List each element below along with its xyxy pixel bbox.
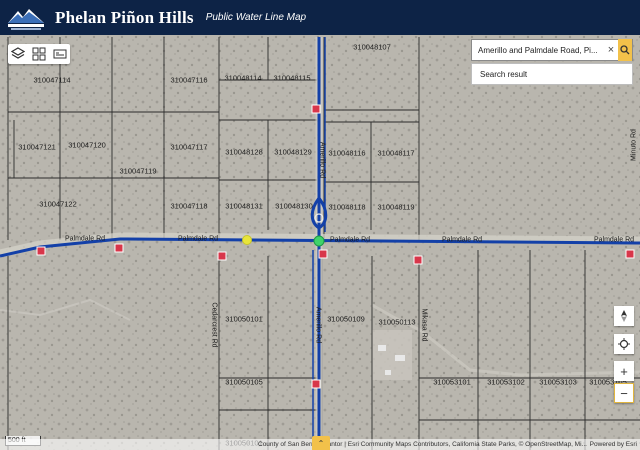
powered-by-esri[interactable]: Powered by Esri — [590, 439, 637, 450]
road-label-amerillo-north: Amerillo Rd — [318, 141, 326, 179]
parcel-label: 310050101 — [225, 314, 263, 324]
parcel-label: 310047117 — [170, 142, 208, 152]
road-label-palmdale-edge: Palmdale Rd — [593, 236, 635, 244]
road-label-minuto: Minuto Rd — [630, 129, 638, 161]
map-view[interactable]: 310047114 310047116 310048114 310048115 3100… — [0, 35, 640, 450]
basemap-gallery-icon[interactable] — [29, 44, 49, 64]
road-label-cedarcrest: Cedarcrest Rd — [210, 302, 218, 348]
parcel-label: 310050109 — [327, 314, 365, 324]
parcel-label: 310048117 — [377, 148, 415, 158]
parcel-label: 310048116 — [328, 148, 366, 158]
parcel-label: 310047122 — [39, 199, 77, 209]
road-label-palmdale-mid: Palmdale Rd — [177, 235, 219, 243]
parcel-label: 310047120 — [68, 140, 106, 150]
parcel-label: 310053102 — [487, 377, 525, 387]
app-header: Phelan Piñon Hills Public Water Line Map — [0, 0, 640, 35]
parcel-label: 310053103 — [539, 377, 577, 387]
search-input[interactable]: Amerillo and Palmdale Road, Pi... — [472, 46, 604, 55]
search-icon[interactable] — [618, 39, 632, 61]
parcel-label: 310047119 — [119, 166, 157, 176]
app-subtitle: Public Water Line Map — [205, 12, 307, 23]
parcel-label: 310048128 — [225, 147, 263, 157]
attribution-text: County of San Bern..., Vantor | Esri Com… — [258, 441, 587, 448]
map-toolbar — [8, 44, 70, 64]
parcel-label: 310047121 — [18, 142, 56, 152]
parcel-label: 310048115 — [273, 73, 311, 83]
search-box[interactable]: Amerillo and Palmdale Road, Pi... × — [471, 39, 633, 61]
road-label-mikasa: Mikasa Rd — [420, 308, 428, 342]
search-result-panel[interactable]: Search result — [471, 63, 633, 85]
legend-icon[interactable] — [50, 44, 70, 64]
road-label-palmdale-east: Palmdale Rd — [329, 236, 371, 244]
parcel-label: 310048130 — [275, 201, 313, 211]
parcel-label: 310048119 — [377, 202, 415, 212]
road-label-palmdale-west: Palmdale Rd — [64, 235, 106, 243]
compass-icon[interactable] — [614, 306, 634, 326]
road-label-amerillo-south: Amerillo Rd — [314, 306, 322, 344]
parcel-label: 310047118 — [170, 201, 208, 211]
parcel-label: 310047116 — [170, 75, 208, 85]
parcel-label: 310050105 — [225, 377, 263, 387]
parcel-label: 310047114 — [33, 75, 71, 85]
parcel-label: 310048118 — [328, 202, 366, 212]
parcel-label: 310048107 — [353, 42, 391, 52]
clear-search-icon[interactable]: × — [604, 44, 618, 56]
hydrant-marker — [242, 235, 252, 245]
parcel-label: 310048129 — [274, 147, 312, 157]
map-canvas — [0, 35, 640, 450]
attribution-toggle-icon[interactable]: ⌃ — [312, 436, 330, 450]
search-result-label: Search result — [480, 69, 528, 79]
app-title: Phelan Piñon Hills — [55, 7, 194, 27]
layers-icon[interactable] — [8, 44, 28, 64]
parcel-label: 310048131 — [225, 201, 263, 211]
zoom-in-button[interactable]: + — [614, 361, 634, 381]
locate-icon[interactable] — [614, 334, 634, 354]
search-location-marker — [313, 235, 325, 247]
zoom-out-button[interactable]: − — [614, 383, 634, 403]
road-label-palmdale-far: Palmdale Rd — [441, 236, 483, 244]
parcel-label: 310048114 — [224, 73, 262, 83]
parcel-label: 310050113 — [378, 317, 416, 327]
phelan-logo — [5, 2, 47, 33]
parcel-label: 310053101 — [433, 377, 471, 387]
